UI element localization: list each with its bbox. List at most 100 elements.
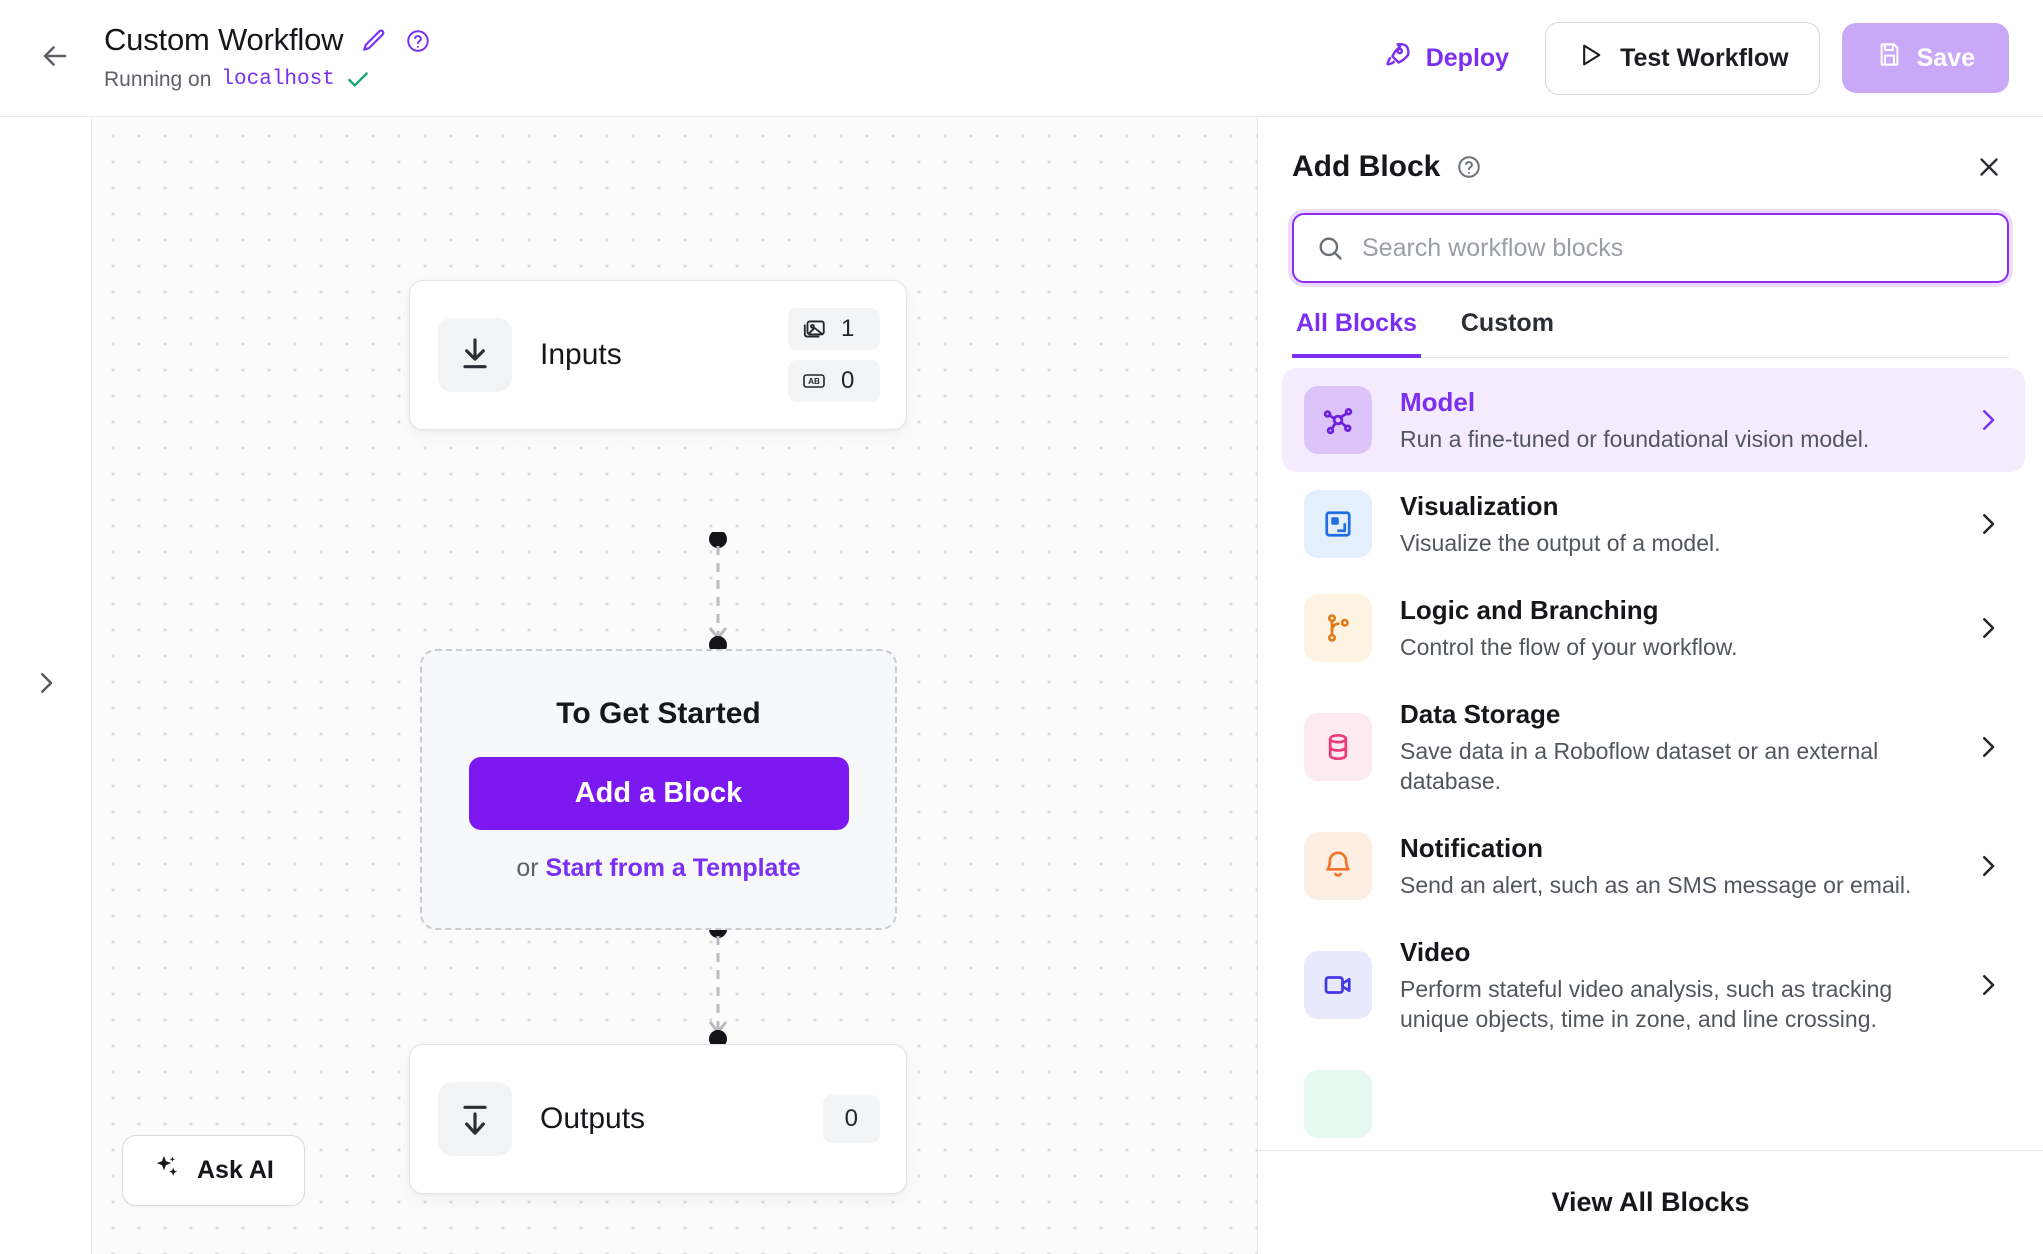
check-icon (345, 67, 371, 93)
chevron-right-icon (1973, 970, 2003, 1000)
floppy-disk-icon (1876, 41, 1903, 75)
inputs-text-count: 0 (841, 367, 855, 394)
block-name: Logic and Branching (1400, 595, 1659, 626)
arrow-left-icon (38, 39, 72, 78)
rocket-icon (1382, 40, 1412, 77)
block-text: Data Storage Save data in a Roboflow dat… (1400, 698, 1945, 796)
block-row-logic-and-branching[interactable]: Logic and Branching Control the flow of … (1282, 576, 2025, 680)
video-camera-icon (1304, 951, 1372, 1020)
start-from-template-link[interactable]: Start from a Template (546, 854, 801, 882)
app-body: Inputs 1 AB 0 To Get Started Add a Block… (0, 117, 2043, 1254)
pencil-icon[interactable] (361, 28, 387, 54)
inputs-text-badge: AB 0 (788, 360, 880, 402)
partial-block-icon (1304, 1070, 1372, 1139)
outputs-count-badge: 0 (822, 1095, 880, 1143)
block-row-visualization[interactable]: Visualization Visualize the output of a … (1282, 472, 2025, 576)
block-description: Save data in a Roboflow dataset or an ex… (1400, 737, 1879, 794)
tab-all-blocks[interactable]: All Blocks (1292, 309, 1421, 358)
inputs-image-count: 1 (841, 315, 855, 342)
download-arrow-icon (438, 318, 512, 392)
block-name: Visualization (1400, 491, 1559, 522)
chevron-right-icon (1973, 405, 2003, 435)
image-icon (801, 316, 827, 342)
outputs-node-label: Outputs (540, 1102, 646, 1135)
block-description: Send an alert, such as an SMS message or… (1400, 871, 1912, 898)
add-a-block-button[interactable]: Add a Block (468, 756, 849, 830)
sparkles-icon (153, 1153, 181, 1188)
block-text: Model Run a fine-tuned or foundational v… (1400, 386, 1945, 454)
ask-ai-button[interactable]: Ask AI (122, 1135, 305, 1206)
question-circle-icon[interactable] (405, 28, 431, 54)
view-all-blocks-button[interactable]: View All Blocks (1258, 1150, 2043, 1254)
search-icon (1316, 234, 1344, 262)
block-row-video[interactable]: Video Perform stateful video analysis, s… (1282, 918, 2025, 1052)
ask-ai-label: Ask AI (197, 1156, 274, 1184)
block-row-partial-next[interactable] (1282, 1052, 2025, 1150)
block-row-model[interactable]: Model Run a fine-tuned or foundational v… (1282, 368, 2025, 472)
block-row-notification[interactable]: Notification Send an alert, such as an S… (1282, 814, 2025, 918)
block-category-list[interactable]: Model Run a fine-tuned or foundational v… (1258, 358, 2043, 1150)
play-icon (1576, 41, 1604, 76)
left-rail (0, 117, 92, 1254)
workflow-title-block: Custom Workflow Running on localhost (104, 23, 431, 92)
tab-custom[interactable]: Custom (1457, 309, 1558, 358)
deploy-button[interactable]: Deploy (1368, 28, 1523, 89)
chevron-right-icon (31, 668, 61, 703)
page-title: Custom Workflow (104, 22, 344, 58)
database-icon (1304, 713, 1372, 782)
title-row: Custom Workflow (104, 23, 431, 57)
connector-start-to-outputs (708, 922, 728, 1047)
back-button[interactable] (28, 31, 82, 85)
workflow-builder-app: Custom Workflow Running on localhost Dep… (0, 0, 2043, 1254)
panel-header: Add Block All Blocks Custo (1258, 117, 2043, 358)
status-prefix: Running on (104, 67, 212, 91)
search-input[interactable] (1362, 233, 1985, 263)
block-text: Notification Send an alert, such as an S… (1400, 832, 1945, 900)
chevron-right-icon (1973, 732, 2003, 762)
workflow-canvas[interactable]: Inputs 1 AB 0 To Get Started Add a Block… (92, 117, 1257, 1254)
expand-sidebar-button[interactable] (23, 663, 69, 709)
block-description: Run a fine-tuned or foundational vision … (1400, 425, 1870, 452)
app-header: Custom Workflow Running on localhost Dep… (0, 0, 2043, 117)
status-row: Running on localhost (104, 67, 431, 93)
save-button[interactable]: Save (1841, 23, 2009, 93)
model-graph-icon (1304, 386, 1372, 454)
panel-title-row: Add Block (1292, 147, 2009, 187)
search-field-wrapper[interactable] (1292, 213, 2009, 283)
or-label: or (516, 853, 546, 882)
test-workflow-button[interactable]: Test Workflow (1545, 21, 1820, 95)
inputs-node[interactable]: Inputs 1 AB 0 (409, 280, 907, 430)
inputs-node-badges: 1 AB 0 (788, 308, 880, 402)
block-name: Notification (1400, 833, 1543, 864)
view-all-blocks-label: View All Blocks (1551, 1187, 1750, 1217)
block-description: Control the flow of your workflow. (1400, 633, 1738, 660)
start-from-template-row: or Start from a Template (516, 854, 800, 883)
bell-icon (1304, 832, 1372, 901)
header-actions: Deploy Test Workflow Save (1368, 21, 2009, 95)
block-text: Logic and Branching Control the flow of … (1400, 594, 1945, 662)
block-name: Data Storage (1400, 699, 1561, 729)
chevron-right-icon (1973, 509, 2003, 539)
outputs-node[interactable]: Outputs 0 (409, 1044, 907, 1194)
block-description: Perform stateful video analysis, such as… (1400, 975, 1893, 1033)
panel-tabs: All Blocks Custom (1292, 309, 2009, 358)
question-circle-icon[interactable] (1456, 154, 1482, 180)
add-block-panel: Add Block All Blocks Custo (1257, 117, 2043, 1254)
git-branch-icon (1304, 594, 1372, 662)
close-icon[interactable] (1969, 147, 2009, 187)
connector-inputs-to-start (708, 532, 728, 652)
block-name: Video (1400, 937, 1471, 968)
inputs-node-label: Inputs (540, 338, 622, 371)
block-description: Visualize the output of a model. (1400, 529, 1721, 556)
chevron-right-icon (1973, 851, 2003, 881)
svg-text:AB: AB (808, 377, 820, 386)
ab-text-icon: AB (801, 368, 827, 394)
get-started-title: To Get Started (556, 696, 761, 730)
block-name: Model (1400, 387, 1476, 418)
block-row-data-storage[interactable]: Data Storage Save data in a Roboflow dat… (1282, 680, 2025, 814)
inputs-image-badge: 1 (788, 308, 880, 350)
panel-title: Add Block (1292, 150, 1441, 183)
chevron-right-icon (1973, 613, 2003, 643)
status-host: localhost (221, 68, 335, 92)
save-label: Save (1916, 43, 1975, 72)
